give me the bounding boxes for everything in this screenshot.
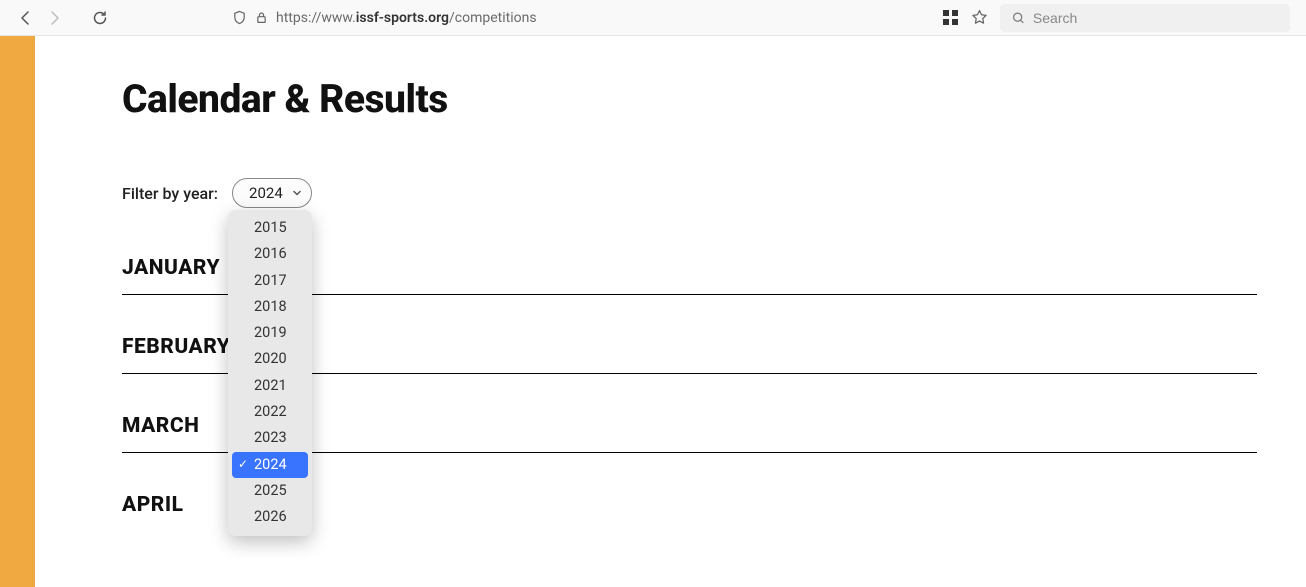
browser-right-controls — [943, 4, 1290, 32]
reload-icon — [92, 10, 108, 26]
year-option-2016[interactable]: 2016 — [228, 241, 312, 267]
arrow-left-icon — [18, 10, 34, 26]
year-option-2015[interactable]: 2015 — [228, 215, 312, 241]
main-content: Calendar & Results Filter by year: 2024 … — [35, 36, 1306, 587]
year-option-2020[interactable]: 2020 — [228, 346, 312, 372]
browser-toolbar: https://www.issf-sports.org/competitions — [0, 0, 1306, 36]
year-option-2025[interactable]: 2025 — [228, 478, 312, 504]
nav-buttons — [8, 8, 118, 28]
year-select-wrapper: 2024 20152016201720182019202020212022202… — [232, 178, 312, 208]
url-text: https://www.issf-sports.org/competitions — [276, 10, 537, 26]
year-option-2024[interactable]: 2024 — [232, 452, 308, 478]
year-select-value: 2024 — [249, 184, 283, 202]
year-option-2017[interactable]: 2017 — [228, 268, 312, 294]
shield-icon — [232, 10, 247, 25]
filter-row: Filter by year: 2024 2015201620172018201… — [122, 178, 1306, 208]
year-option-2022[interactable]: 2022 — [228, 399, 312, 425]
year-dropdown: 2015201620172018201920202021202220232024… — [228, 210, 312, 536]
chevron-down-icon — [292, 188, 302, 198]
back-button[interactable] — [16, 8, 36, 28]
side-accent-bar — [0, 36, 35, 587]
arrow-right-icon — [46, 10, 62, 26]
year-option-2026[interactable]: 2026 — [228, 504, 312, 530]
filter-label: Filter by year: — [122, 184, 218, 203]
year-option-2018[interactable]: 2018 — [228, 294, 312, 320]
reload-button[interactable] — [90, 8, 110, 28]
year-select[interactable]: 2024 — [232, 178, 312, 208]
address-bar[interactable]: https://www.issf-sports.org/competitions — [232, 10, 892, 26]
page-wrapper: Calendar & Results Filter by year: 2024 … — [0, 36, 1306, 587]
page-title: Calendar & Results — [122, 76, 1306, 122]
search-icon — [1012, 11, 1025, 25]
browser-search-box[interactable] — [1000, 4, 1290, 32]
apps-icon[interactable] — [943, 10, 959, 26]
forward-button[interactable] — [44, 8, 64, 28]
bookmark-star-icon[interactable] — [971, 9, 988, 26]
lock-icon — [255, 11, 268, 24]
year-option-2023[interactable]: 2023 — [228, 425, 312, 451]
year-option-2019[interactable]: 2019 — [228, 320, 312, 346]
browser-search-input[interactable] — [1033, 10, 1278, 26]
year-option-2021[interactable]: 2021 — [228, 373, 312, 399]
